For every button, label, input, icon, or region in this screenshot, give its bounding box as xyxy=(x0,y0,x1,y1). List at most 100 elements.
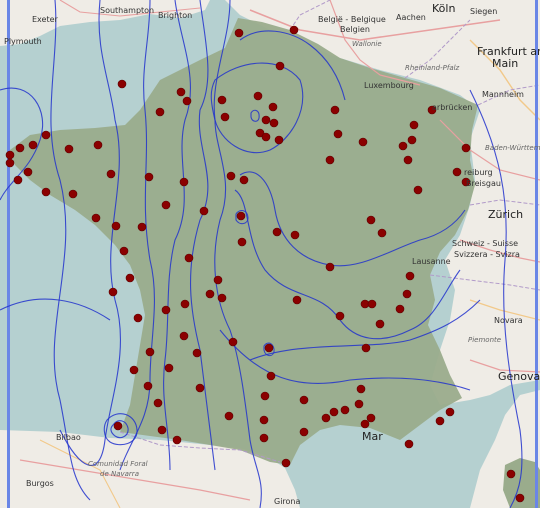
station-marker[interactable] xyxy=(269,118,279,128)
station-marker[interactable] xyxy=(111,221,121,231)
station-marker[interactable] xyxy=(403,155,413,165)
station-marker[interactable] xyxy=(93,140,103,150)
station-marker[interactable] xyxy=(226,171,236,181)
station-marker[interactable] xyxy=(358,137,368,147)
station-marker[interactable] xyxy=(155,107,165,117)
station-marker[interactable] xyxy=(299,395,309,405)
station-marker[interactable] xyxy=(220,112,230,122)
station-marker[interactable] xyxy=(179,331,189,341)
station-marker[interactable] xyxy=(360,419,370,429)
station-marker[interactable] xyxy=(179,177,189,187)
station-marker[interactable] xyxy=(228,337,238,347)
station-marker[interactable] xyxy=(184,253,194,263)
station-marker[interactable] xyxy=(41,130,51,140)
station-marker[interactable] xyxy=(289,25,299,35)
station-marker[interactable] xyxy=(144,172,154,182)
station-marker[interactable] xyxy=(325,155,335,165)
station-marker[interactable] xyxy=(299,427,309,437)
station-marker[interactable] xyxy=(268,102,278,112)
station-marker[interactable] xyxy=(224,411,234,421)
station-marker[interactable] xyxy=(354,399,364,409)
station-marker[interactable] xyxy=(234,28,244,38)
station-marker[interactable] xyxy=(161,305,171,315)
station-marker[interactable] xyxy=(275,61,285,71)
station-marker[interactable] xyxy=(129,365,139,375)
station-marker[interactable] xyxy=(106,169,116,179)
station-marker[interactable] xyxy=(409,120,419,130)
station-marker[interactable] xyxy=(375,319,385,329)
station-marker[interactable] xyxy=(195,383,205,393)
station-marker[interactable] xyxy=(205,289,215,299)
station-marker[interactable] xyxy=(361,343,371,353)
station-marker[interactable] xyxy=(236,211,246,221)
station-marker[interactable] xyxy=(452,167,462,177)
station-marker[interactable] xyxy=(161,200,171,210)
station-marker[interactable] xyxy=(413,185,423,195)
station-marker[interactable] xyxy=(264,343,274,353)
station-marker[interactable] xyxy=(64,144,74,154)
station-marker[interactable] xyxy=(119,246,129,256)
station-marker[interactable] xyxy=(137,222,147,232)
station-marker[interactable] xyxy=(182,96,192,106)
station-marker[interactable] xyxy=(366,413,376,423)
station-marker[interactable] xyxy=(266,371,276,381)
station-marker[interactable] xyxy=(366,215,376,225)
station-marker[interactable] xyxy=(41,187,51,197)
station-marker[interactable] xyxy=(506,469,516,479)
station-marker[interactable] xyxy=(91,213,101,223)
station-marker[interactable] xyxy=(335,311,345,321)
station-marker[interactable] xyxy=(325,262,335,272)
station-marker[interactable] xyxy=(239,175,249,185)
station-marker[interactable] xyxy=(260,391,270,401)
station-marker[interactable] xyxy=(5,158,15,168)
station-marker[interactable] xyxy=(13,175,23,185)
station-marker[interactable] xyxy=(515,493,525,503)
station-marker[interactable] xyxy=(356,384,366,394)
station-marker[interactable] xyxy=(261,115,271,125)
station-marker[interactable] xyxy=(405,271,415,281)
station-marker[interactable] xyxy=(367,299,377,309)
station-marker[interactable] xyxy=(272,227,282,237)
station-marker[interactable] xyxy=(68,189,78,199)
station-marker[interactable] xyxy=(321,413,331,423)
station-marker[interactable] xyxy=(398,141,408,151)
station-marker[interactable] xyxy=(404,439,414,449)
station-marker[interactable] xyxy=(274,135,284,145)
station-marker[interactable] xyxy=(377,228,387,238)
station-marker[interactable] xyxy=(125,273,135,283)
station-marker[interactable] xyxy=(333,129,343,139)
station-marker[interactable] xyxy=(402,289,412,299)
map-canvas[interactable]: Exeter Southampton Brighton Plymouth Köl… xyxy=(0,0,540,508)
station-marker[interactable] xyxy=(199,206,209,216)
station-marker[interactable] xyxy=(217,293,227,303)
station-marker[interactable] xyxy=(395,304,405,314)
station-marker[interactable] xyxy=(117,79,127,89)
station-marker[interactable] xyxy=(445,407,455,417)
station-marker[interactable] xyxy=(259,433,269,443)
station-marker[interactable] xyxy=(435,416,445,426)
station-marker[interactable] xyxy=(133,313,143,323)
station-marker[interactable] xyxy=(172,435,182,445)
station-marker[interactable] xyxy=(5,150,15,160)
station-marker[interactable] xyxy=(176,87,186,97)
station-marker[interactable] xyxy=(329,407,339,417)
station-marker[interactable] xyxy=(164,363,174,373)
station-marker[interactable] xyxy=(281,458,291,468)
station-marker[interactable] xyxy=(340,405,350,415)
station-marker[interactable] xyxy=(153,398,163,408)
station-marker[interactable] xyxy=(259,415,269,425)
station-marker[interactable] xyxy=(145,347,155,357)
station-marker[interactable] xyxy=(261,132,271,142)
station-marker[interactable] xyxy=(108,287,118,297)
station-marker[interactable] xyxy=(157,425,167,435)
station-marker[interactable] xyxy=(23,167,33,177)
station-marker[interactable] xyxy=(180,299,190,309)
station-marker[interactable] xyxy=(330,105,340,115)
station-marker[interactable] xyxy=(28,140,38,150)
station-marker[interactable] xyxy=(292,295,302,305)
station-marker[interactable] xyxy=(113,421,123,431)
station-marker[interactable] xyxy=(217,95,227,105)
station-marker[interactable] xyxy=(237,237,247,247)
station-marker[interactable] xyxy=(253,91,263,101)
station-marker[interactable] xyxy=(461,143,471,153)
